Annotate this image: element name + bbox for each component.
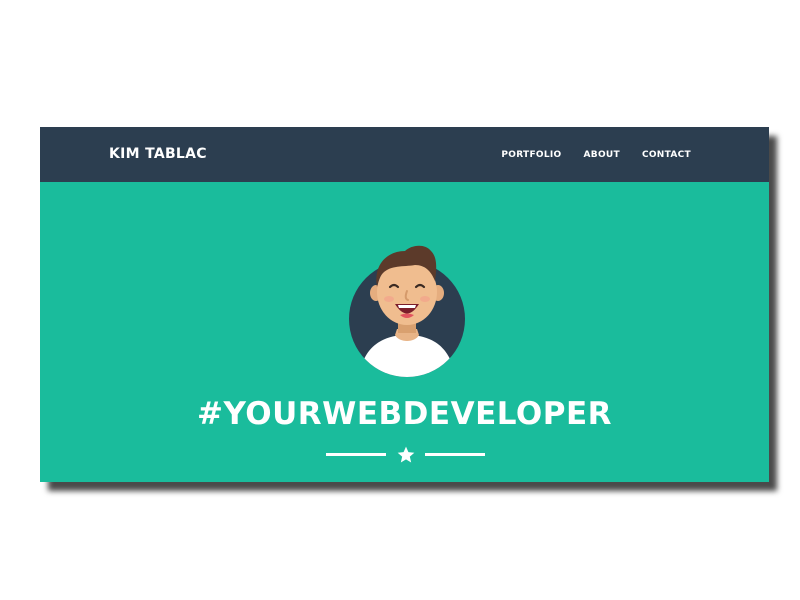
brand-logo[interactable]: KIM TABLAC (109, 127, 207, 182)
avatar-icon (349, 245, 465, 377)
navbar: KIM TABLAC PORTFOLIO ABOUT CONTACT (40, 127, 769, 182)
nav-links: PORTFOLIO ABOUT CONTACT (501, 127, 691, 182)
divider-line-left (326, 453, 386, 456)
star-divider (326, 445, 486, 465)
screenshot-canvas: KIM TABLAC PORTFOLIO ABOUT CONTACT #YOUR… (0, 0, 800, 600)
nav-link-portfolio[interactable]: PORTFOLIO (501, 150, 561, 160)
divider-line-right (425, 453, 485, 456)
website-frame: KIM TABLAC PORTFOLIO ABOUT CONTACT #YOUR… (40, 127, 769, 482)
hero-section: #YOURWEBDEVELOPER (40, 182, 769, 482)
hero-headline: #YOURWEBDEVELOPER (196, 396, 613, 432)
nav-link-contact[interactable]: CONTACT (642, 150, 691, 160)
nav-link-about[interactable]: ABOUT (584, 150, 620, 160)
star-icon (397, 446, 415, 463)
